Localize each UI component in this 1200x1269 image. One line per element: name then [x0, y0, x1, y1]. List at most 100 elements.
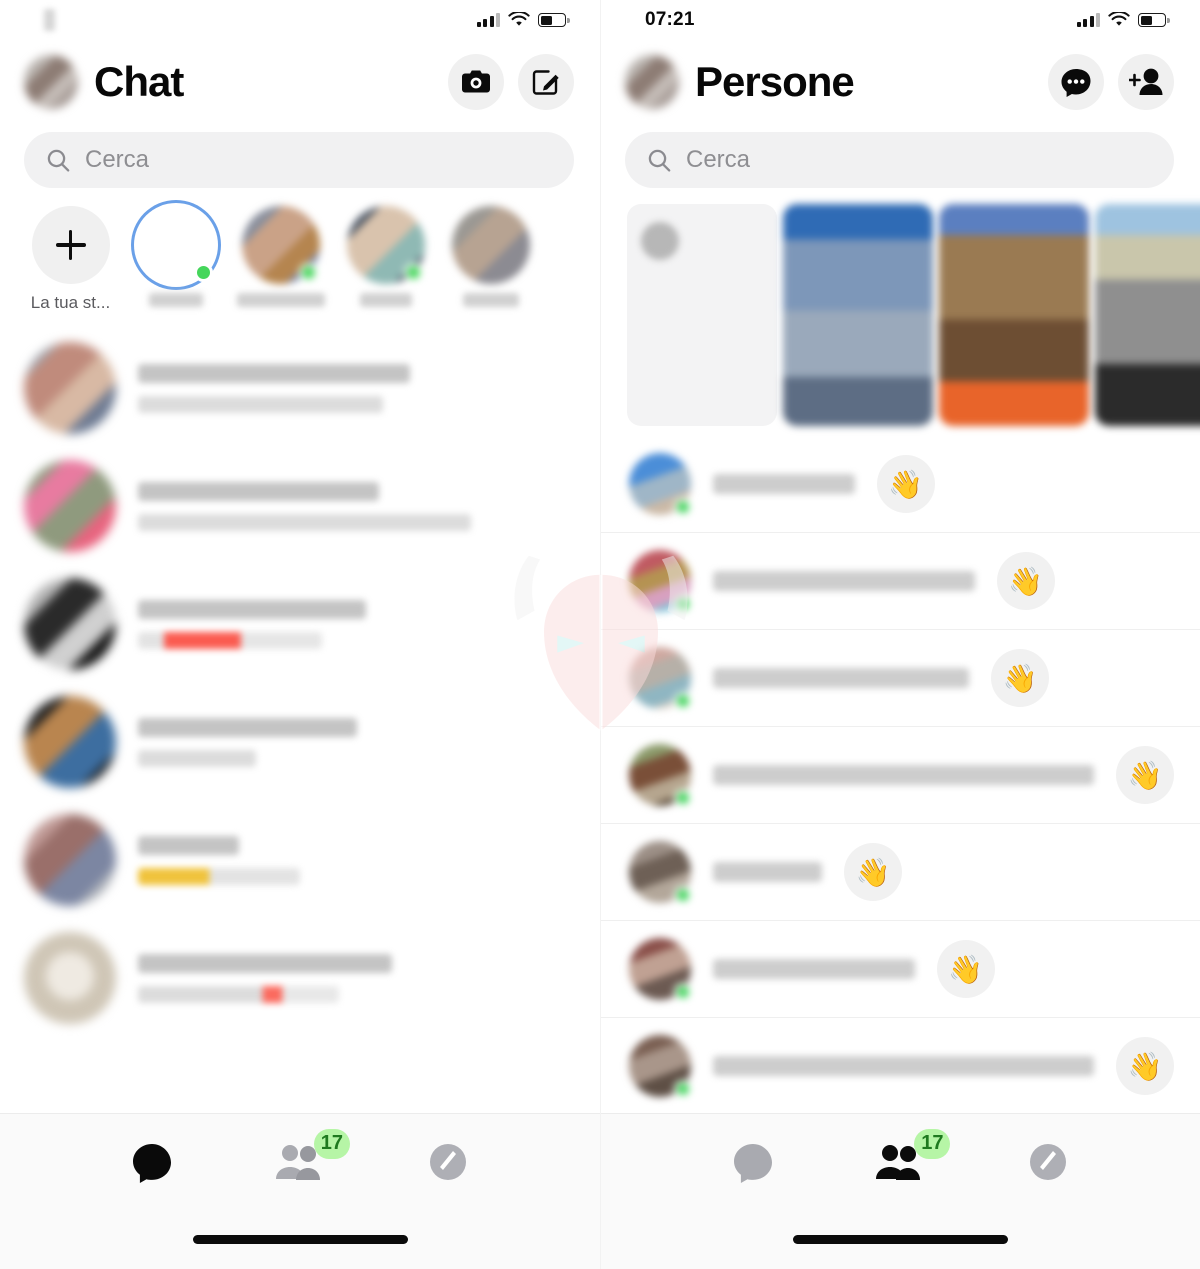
status-bar: 1: [0, 0, 600, 40]
people-unread-badge: 17: [914, 1128, 951, 1159]
message-requests-button[interactable]: [1048, 54, 1104, 110]
search-input[interactable]: Cerca: [24, 132, 574, 188]
person-name: [713, 571, 975, 591]
chat-name: [138, 717, 357, 737]
story-cards-row[interactable]: [601, 188, 1200, 436]
chat-list-item[interactable]: [0, 447, 600, 565]
avatar: [629, 1035, 692, 1098]
person-list-item[interactable]: 👋: [601, 824, 1200, 921]
battery-icon: [538, 13, 570, 27]
chat-list-item[interactable]: [0, 801, 600, 919]
person-name: [713, 1056, 1094, 1076]
status-bar-time: 07:21: [645, 9, 695, 30]
compass-icon: [1030, 1143, 1067, 1180]
tab-chats[interactable]: [116, 1131, 188, 1193]
wave-hand-icon: 👋: [1008, 565, 1044, 597]
wave-hand-icon: 👋: [1002, 662, 1038, 694]
person-list-item[interactable]: 👋: [601, 533, 1200, 630]
people-list[interactable]: 👋 👋 👋 👋 👋 👋 👋: [601, 436, 1200, 1113]
stories-row[interactable]: La tua st...: [0, 188, 600, 321]
avatar: [629, 647, 692, 710]
avatar: [629, 453, 692, 516]
chat-name: [138, 363, 410, 383]
wave-button[interactable]: 👋: [876, 455, 935, 513]
wifi-icon: [1108, 12, 1130, 26]
app-header: Chat: [0, 40, 600, 120]
online-indicator: [674, 498, 692, 516]
wave-button[interactable]: 👋: [1116, 746, 1174, 804]
camera-button[interactable]: [448, 54, 504, 110]
story-item[interactable]: [333, 206, 438, 313]
tab-chats[interactable]: [717, 1131, 789, 1193]
chat-list-item[interactable]: [0, 919, 600, 1037]
chat-bubble-icon: [133, 1143, 171, 1183]
person-name: [713, 959, 915, 979]
chat-name: [138, 835, 239, 855]
person-list-item[interactable]: 👋: [601, 1018, 1200, 1113]
battery-icon: [1138, 13, 1170, 27]
person-list-item[interactable]: 👋: [601, 630, 1200, 727]
phone-screen-chat: 1 Chat: [0, 0, 600, 1269]
avatar[interactable]: [24, 55, 78, 109]
home-indicator-area: [601, 1209, 1200, 1269]
compose-button[interactable]: [518, 54, 574, 110]
avatar: [629, 744, 692, 807]
online-indicator: [674, 886, 692, 904]
search-input[interactable]: Cerca: [625, 132, 1174, 188]
app-header: Persone: [601, 40, 1200, 120]
story-item-your-story[interactable]: La tua st...: [18, 206, 123, 313]
chat-list-item[interactable]: [0, 329, 600, 447]
chat-bubble-icon: [733, 1143, 772, 1183]
tab-people[interactable]: 17: [864, 1128, 951, 1193]
story-avatar: [451, 206, 530, 284]
story-card[interactable]: [939, 204, 1089, 426]
wave-button[interactable]: 👋: [996, 552, 1055, 610]
avatar: [24, 578, 116, 670]
story-avatar: [346, 206, 425, 284]
status-bar: 07:21: [601, 0, 1200, 40]
tab-discover[interactable]: [1012, 1131, 1084, 1193]
wifi-icon: [508, 12, 530, 26]
story-card[interactable]: [783, 204, 933, 426]
wave-button[interactable]: 👋: [844, 843, 902, 901]
add-contact-button[interactable]: [1118, 54, 1174, 110]
chat-list-item[interactable]: [0, 565, 600, 683]
people-unread-badge: 17: [313, 1128, 350, 1159]
story-item[interactable]: [438, 206, 543, 313]
home-indicator: [793, 1234, 1008, 1244]
story-label: [236, 293, 325, 307]
home-indicator: [192, 1234, 408, 1244]
chat-list-item[interactable]: [0, 683, 600, 801]
person-list-item[interactable]: 👋: [601, 436, 1200, 533]
page-title: Persone: [695, 58, 855, 105]
avatar: [24, 814, 116, 906]
story-item[interactable]: [228, 206, 333, 313]
signal-bars-icon: [476, 13, 500, 27]
online-indicator: [674, 789, 692, 807]
story-label: [148, 293, 203, 307]
online-indicator: [674, 692, 692, 710]
person-list-item[interactable]: 👋: [601, 727, 1200, 824]
add-person-icon: [1129, 68, 1163, 95]
bottom-tab-bar[interactable]: 17: [0, 1113, 600, 1209]
bottom-tab-bar[interactable]: 17: [601, 1113, 1200, 1209]
person-name: [713, 862, 822, 882]
person-name: [713, 474, 855, 494]
online-indicator: [674, 595, 692, 613]
tab-discover[interactable]: [412, 1131, 484, 1193]
wave-button[interactable]: 👋: [936, 940, 995, 998]
story-item[interactable]: [123, 206, 228, 313]
wave-button[interactable]: 👋: [1116, 1037, 1174, 1095]
signal-bars-icon: [1076, 13, 1100, 27]
story-label: [462, 293, 519, 307]
create-story-card[interactable]: [627, 204, 777, 426]
avatar[interactable]: [625, 55, 679, 109]
chat-list[interactable]: [0, 321, 600, 1113]
wave-button[interactable]: 👋: [991, 649, 1050, 707]
avatar: [24, 696, 116, 788]
story-card[interactable]: [1095, 204, 1200, 426]
message-dots-icon: [1061, 69, 1091, 97]
chat-name: [138, 481, 379, 501]
person-list-item[interactable]: 👋: [601, 921, 1200, 1018]
tab-people[interactable]: 17: [264, 1128, 350, 1193]
